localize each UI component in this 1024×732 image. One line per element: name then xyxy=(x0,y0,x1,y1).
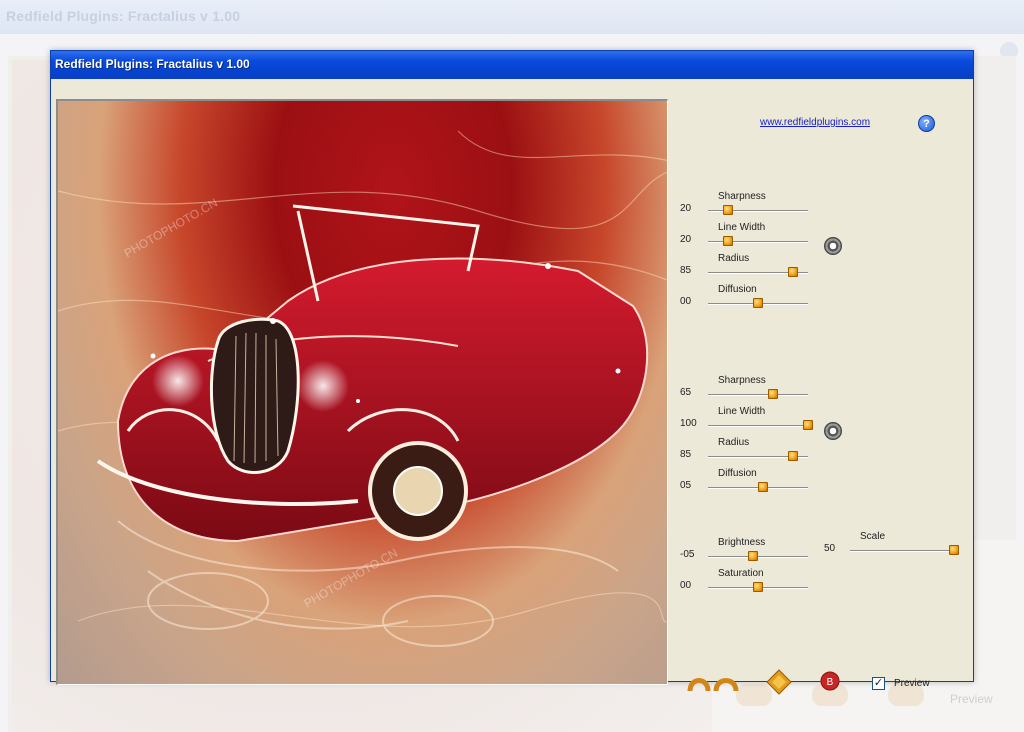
background-titlebar: Redfield Plugins: Fractalius v 1.00 xyxy=(0,0,1024,34)
background-title: Redfield Plugins: Fractalius v 1.00 xyxy=(6,8,241,24)
slider-thumb[interactable] xyxy=(748,551,758,561)
undo-redo-icon[interactable] xyxy=(686,671,740,695)
preview-checkbox[interactable]: ✓ xyxy=(872,677,885,690)
slider-value: 00 xyxy=(680,296,692,307)
gear-icon[interactable] xyxy=(824,237,842,255)
titlebar[interactable]: Redfield Plugins: Fractalius v 1.00 xyxy=(51,51,973,79)
slider-value: 65 xyxy=(680,387,692,398)
slider-label: Sharpness xyxy=(718,191,766,202)
slider[interactable] xyxy=(708,389,808,399)
slider-label: Saturation xyxy=(718,568,764,579)
slider-thumb[interactable] xyxy=(949,545,959,555)
question-icon[interactable]: ? xyxy=(918,115,935,132)
slider-label: Line Width xyxy=(718,222,766,233)
slider-thumb[interactable] xyxy=(768,389,778,399)
slider-label: Radius xyxy=(718,437,750,448)
website-link[interactable]: www.redfieldplugins.com xyxy=(760,117,870,128)
slider[interactable] xyxy=(708,205,808,215)
slider-value: 100 xyxy=(680,418,697,429)
svg-text:B: B xyxy=(827,677,834,688)
slider[interactable] xyxy=(708,482,808,492)
move-icon[interactable] xyxy=(766,669,792,695)
slider-thumb[interactable] xyxy=(803,420,813,430)
slider-value: 00 xyxy=(680,580,692,591)
slider-thumb[interactable] xyxy=(723,205,733,215)
car-illustration xyxy=(58,130,667,647)
slider[interactable] xyxy=(708,551,808,561)
background-preview-label: Preview xyxy=(950,692,993,706)
slider-value: 85 xyxy=(680,265,692,276)
slider-label: Line Width xyxy=(718,406,766,417)
slider[interactable] xyxy=(708,267,808,277)
fractalius-dialog: Redfield Plugins: Fractalius v 1.00 PHOT… xyxy=(50,50,974,695)
slider-label: Diffusion xyxy=(718,284,757,295)
slider-thumb[interactable] xyxy=(723,236,733,246)
slider[interactable] xyxy=(708,582,808,592)
reset-icon[interactable]: B xyxy=(820,671,840,691)
slider-label: Brightness xyxy=(718,537,766,548)
slider-value: 85 xyxy=(680,449,692,460)
scale-slider[interactable] xyxy=(850,545,959,555)
slider-thumb[interactable] xyxy=(758,482,768,492)
slider-value: 20 xyxy=(680,234,692,245)
slider-thumb[interactable] xyxy=(753,298,763,308)
gear-icon[interactable] xyxy=(824,422,842,440)
slider-value: -05 xyxy=(680,549,695,560)
dialog-client-area: PHOTOPHOTO.CN PHOTOPHOTO.CN www.redfield… xyxy=(54,79,970,695)
slider-value: 05 xyxy=(680,480,692,491)
scale-value: 50 xyxy=(824,543,836,554)
slider-label: Radius xyxy=(718,253,750,264)
slider[interactable] xyxy=(708,420,813,430)
slider-thumb[interactable] xyxy=(753,582,763,592)
slider-value: 20 xyxy=(680,203,692,214)
window-title: Redfield Plugins: Fractalius v 1.00 xyxy=(55,57,250,71)
slider-thumb[interactable] xyxy=(788,267,798,277)
slider[interactable] xyxy=(708,236,808,246)
preview-label: Preview xyxy=(894,678,930,689)
scale-label: Scale xyxy=(860,531,886,542)
preview-image[interactable]: PHOTOPHOTO.CN PHOTOPHOTO.CN xyxy=(56,99,668,685)
slider-thumb[interactable] xyxy=(788,451,798,461)
slider-label: Diffusion xyxy=(718,468,757,479)
slider[interactable] xyxy=(708,298,808,308)
slider[interactable] xyxy=(708,451,808,461)
slider-label: Sharpness xyxy=(718,375,766,386)
